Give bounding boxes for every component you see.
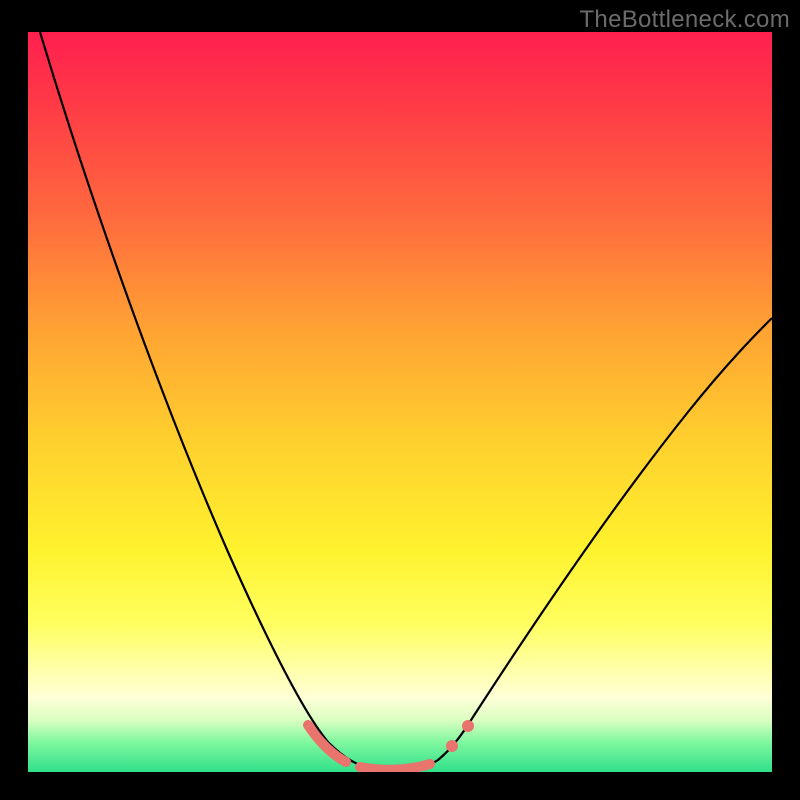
attribution-label: TheBottleneck.com: [579, 6, 790, 34]
curve-path: [40, 32, 772, 771]
bottleneck-curve: [28, 32, 772, 772]
marker-segment-left: [308, 725, 346, 762]
marker-segment-floor: [360, 764, 430, 770]
plot-area: [28, 32, 772, 772]
marker-point-1: [446, 740, 458, 752]
marker-point-2: [462, 720, 474, 732]
chart-frame: TheBottleneck.com: [0, 0, 800, 800]
